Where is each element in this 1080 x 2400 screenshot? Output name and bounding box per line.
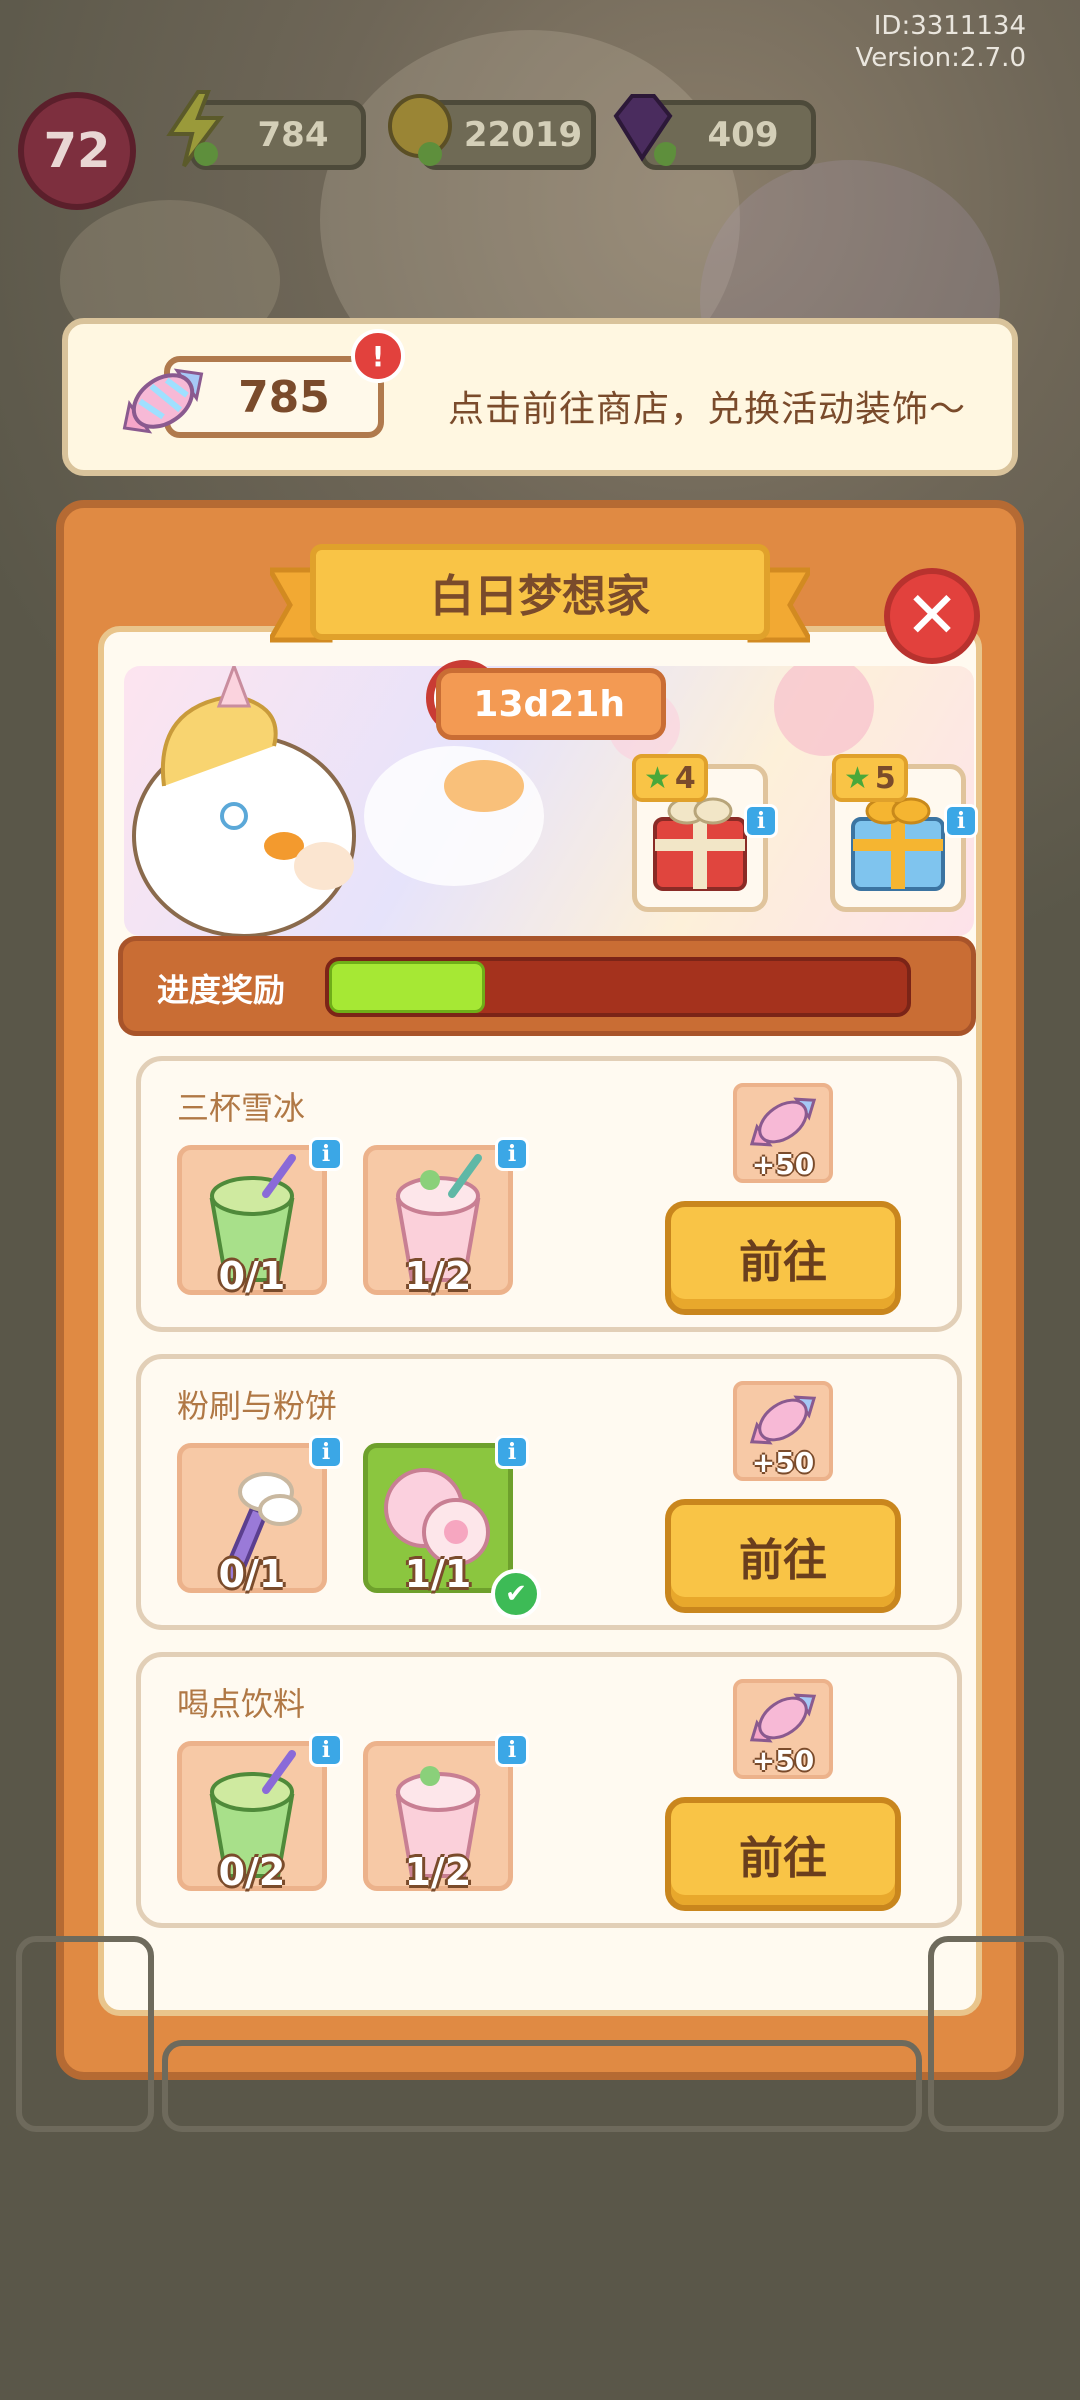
progress-fill [329, 961, 486, 1013]
item-count: 1/1 [404, 1552, 472, 1596]
bottom-toolbar-right [928, 1936, 1064, 2132]
candy-count: 785 [238, 371, 330, 423]
item-info-icon[interactable]: i [309, 1435, 343, 1469]
task-card: 粉刷与粉饼 0/1 i 1/1 i ✔ +50 前往 [136, 1354, 962, 1630]
event-title: 白日梦想家 [310, 544, 770, 640]
gift-2-star-badge: ★ 5 [832, 754, 908, 802]
item-count: 1/2 [404, 1254, 472, 1298]
task-card: 三杯雪冰 0/1 i 1/2 i +50 前往 [136, 1056, 962, 1332]
reward-amount: +50 [751, 1148, 815, 1181]
task-title: 三杯雪冰 [177, 1089, 306, 1127]
task-item[interactable]: 0/1 [177, 1145, 327, 1298]
item-count: 0/1 [218, 1552, 286, 1596]
item-info-icon[interactable]: i [495, 1733, 529, 1767]
item-count: 1/2 [404, 1850, 472, 1894]
gift-2-stars: 5 [874, 760, 896, 796]
shop-hint-text: 点击前往商店，兑换活动装饰～ [448, 389, 967, 430]
build-info: ID:3311134 Version:2.7.0 [855, 10, 1026, 74]
item-info-icon[interactable]: i [309, 1733, 343, 1767]
task-item[interactable]: 1/2 [363, 1741, 513, 1894]
close-icon: ✕ [905, 579, 959, 653]
task-item[interactable]: 1/2 [363, 1145, 513, 1298]
star-icon: ★ [844, 760, 871, 796]
bottom-toolbar-left [16, 1936, 154, 2132]
gem-value: 409 [707, 115, 779, 155]
alert-badge: ! [351, 329, 405, 383]
item-info-icon[interactable]: i [495, 1137, 529, 1171]
progress-label: 进度奖励 [157, 971, 286, 1009]
title-ribbon: 白日梦想家 [270, 540, 810, 650]
shop-banner[interactable]: 785 ! 点击前往商店，兑换活动装饰～ [62, 318, 1018, 476]
close-button[interactable]: ✕ [884, 568, 980, 664]
task-item[interactable]: 0/2 [177, 1741, 327, 1894]
task-title: 喝点饮料 [177, 1685, 306, 1723]
item-count: 0/2 [218, 1850, 286, 1894]
check-icon: ✔ [491, 1569, 541, 1619]
user-id: ID:3311134 [873, 11, 1026, 41]
item-info-icon[interactable]: i [309, 1137, 343, 1171]
progress-reward-bar: 进度奖励 [118, 936, 976, 1036]
reward-amount: +50 [751, 1744, 815, 1777]
task-title: 粉刷与粉饼 [177, 1387, 338, 1425]
candy-icon [749, 1395, 817, 1445]
gift-1-star-badge: ★ 4 [632, 754, 708, 802]
go-button[interactable]: 前往 [665, 1499, 901, 1613]
go-button[interactable]: 前往 [665, 1797, 901, 1911]
gift-1-info-icon[interactable]: i [744, 804, 778, 838]
item-count: 0/1 [218, 1254, 286, 1298]
event-timer: 13d21h [436, 668, 666, 740]
bottom-toolbar-center [162, 2040, 922, 2132]
candy-icon [122, 368, 204, 434]
task-reward: +50 [733, 1083, 833, 1183]
progress-track [325, 957, 911, 1017]
task-item-completed[interactable]: 1/1 [363, 1443, 513, 1596]
lightning-icon [166, 90, 224, 168]
player-level-badge[interactable]: 72 [18, 92, 136, 210]
coin-value: 22019 [463, 115, 583, 155]
task-reward: +50 [733, 1679, 833, 1779]
task-item[interactable]: 0/1 [177, 1443, 327, 1596]
coin-icon [388, 94, 452, 166]
gem-icon [613, 94, 676, 166]
go-button[interactable]: 前往 [665, 1201, 901, 1315]
star-icon: ★ [644, 760, 671, 796]
candy-icon [749, 1097, 817, 1147]
event-panel: 白日梦想家 ✕ 13d21h ★ 4 i ★ 5 i 进度奖励 三杯雪冰 0/1… [56, 500, 1024, 2080]
timer-value: 13d21h [473, 683, 625, 725]
energy-value: 784 [257, 115, 329, 155]
task-reward: +50 [733, 1381, 833, 1481]
candy-icon [749, 1693, 817, 1743]
version-label: Version:2.7.0 [855, 43, 1026, 73]
gift-1-stars: 4 [674, 760, 696, 796]
gift-2-info-icon[interactable]: i [944, 804, 978, 838]
reward-amount: +50 [751, 1446, 815, 1479]
item-info-icon[interactable]: i [495, 1435, 529, 1469]
task-card: 喝点饮料 0/2 i 1/2 i +50 前往 [136, 1652, 962, 1928]
